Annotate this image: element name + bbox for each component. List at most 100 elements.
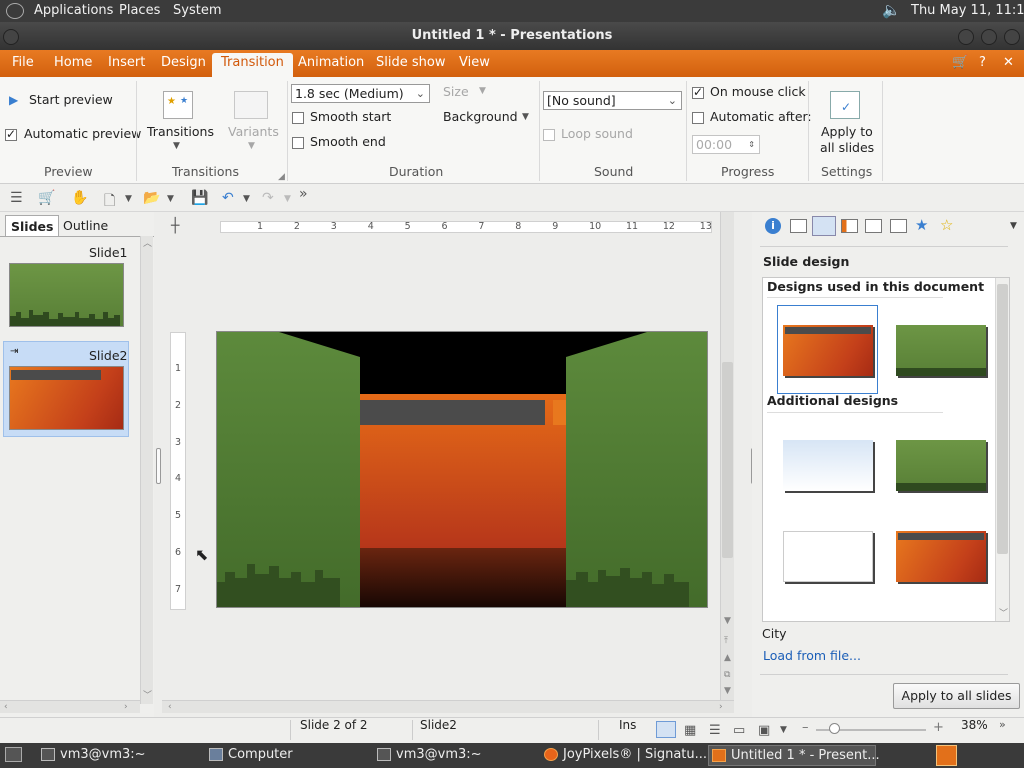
tab-file[interactable]: File	[12, 55, 34, 70]
design-orange-2[interactable]	[896, 531, 986, 582]
shop-icon[interactable]: 🛒	[952, 55, 968, 70]
apply-to-all-slides-button[interactable]: Apply to all slides	[893, 683, 1020, 709]
zoom-in-icon[interactable]: +	[933, 720, 944, 735]
left-splitter-handle[interactable]	[156, 448, 161, 484]
tab-home[interactable]: Home	[54, 55, 92, 70]
editor-scrollbar[interactable]: ▼ ⤒ ▲ ⧉ ▼	[720, 212, 734, 700]
clock[interactable]: Thu May 11, 11:18	[911, 3, 1024, 18]
tab-insert[interactable]: Insert	[108, 55, 145, 70]
design-blank[interactable]	[783, 531, 873, 582]
presentation-icon[interactable]: ▣	[758, 723, 770, 738]
insert-mode[interactable]: Ins	[619, 718, 636, 732]
tab-slide-show[interactable]: Slide show	[376, 55, 445, 70]
chevron-down-icon[interactable]: ▼	[125, 194, 132, 204]
scroll-right-icon[interactable]: ›	[124, 702, 128, 712]
ruler-origin-icon[interactable]: ┼	[171, 218, 179, 234]
color-scheme-icon[interactable]	[841, 219, 858, 233]
chevron-down-icon[interactable]: ▼	[243, 194, 250, 204]
shop-icon[interactable]: 🛒	[38, 190, 55, 206]
transitions-icon[interactable]: ★ ★	[163, 91, 193, 119]
task-presentations[interactable]: Untitled 1 * - Present...	[708, 745, 880, 766]
design-city[interactable]	[896, 325, 986, 376]
layout-icon[interactable]	[790, 219, 807, 233]
design-orange[interactable]	[783, 325, 873, 376]
favorite-star-icon[interactable]: ☆	[940, 216, 953, 234]
background-button[interactable]: Background	[443, 109, 518, 124]
normal-view-icon[interactable]	[656, 721, 676, 738]
system-menu[interactable]: System	[173, 3, 221, 18]
tab-slides[interactable]: Slides	[5, 215, 60, 236]
minimize-icon[interactable]	[958, 29, 974, 45]
duration-combo[interactable]: 1.8 sec (Medium) ⌄	[291, 84, 430, 103]
slides-hscrollbar[interactable]: ‹ ›	[0, 700, 140, 713]
on-mouse-click-checkbox[interactable]	[692, 85, 704, 99]
apply-to-all-line2[interactable]: all slides	[820, 140, 874, 155]
automatic-preview-checkbox[interactable]	[5, 127, 17, 141]
open-folder-icon[interactable]: 📂	[143, 190, 160, 206]
scroll-left-icon[interactable]: ‹	[4, 702, 8, 712]
list-icon[interactable]: ☰	[10, 190, 23, 206]
close-icon[interactable]	[1004, 29, 1020, 45]
start-preview-button[interactable]: Start preview	[29, 92, 113, 107]
slide-1-thumbnail[interactable]	[9, 263, 124, 327]
zoom-level[interactable]: 38%	[961, 718, 988, 732]
slide-canvas[interactable]	[216, 331, 708, 608]
slide-view-icon[interactable]: ⧉	[724, 670, 730, 680]
tab-outline[interactable]: Outline	[58, 215, 113, 236]
design-city-2[interactable]	[896, 440, 986, 491]
design-gallery[interactable]: Designs used in this document Additional…	[762, 277, 1010, 622]
sound-combo[interactable]: [No sound] ⌄	[543, 91, 682, 110]
undo-icon[interactable]: ↶	[222, 190, 234, 206]
design-gallery-scrollbar[interactable]: ﹀	[995, 278, 1009, 621]
status-overflow-icon[interactable]: »	[999, 718, 1006, 731]
transition-icon[interactable]	[890, 219, 907, 233]
save-icon[interactable]: 💾	[191, 190, 208, 206]
scroll-left-icon[interactable]: ‹	[168, 702, 172, 712]
automatic-after-time-input[interactable]: 00:00 ⇕	[692, 135, 760, 154]
prev-slide-icon[interactable]: ▲	[724, 653, 731, 663]
automatic-after-checkbox[interactable]	[692, 112, 704, 124]
slide-sorter-icon[interactable]: ▦	[684, 723, 696, 738]
scroll-down-icon[interactable]: ﹀	[143, 688, 152, 701]
tray-presentations-icon[interactable]	[936, 745, 957, 766]
variants-button[interactable]: Variants	[228, 124, 279, 139]
task-terminal-2[interactable]: vm3@vm3:~	[374, 745, 482, 766]
vertical-ruler[interactable]: 1 2 3 4 5 6 7	[170, 332, 186, 610]
design-sky[interactable]	[783, 440, 873, 491]
scroll-down-icon[interactable]: ▼	[724, 616, 731, 626]
smooth-start-checkbox[interactable]	[292, 112, 304, 124]
scroll-up-icon[interactable]: ︿	[143, 236, 152, 249]
background-icon[interactable]	[865, 219, 882, 233]
places-menu[interactable]: Places	[119, 3, 160, 18]
hand-icon[interactable]: ✋	[71, 190, 88, 206]
maximize-icon[interactable]	[981, 29, 997, 45]
page-up-icon[interactable]: ⤒	[724, 636, 728, 646]
smooth-end-checkbox[interactable]	[292, 137, 304, 149]
animation-star-icon[interactable]: ★	[915, 216, 928, 234]
window-title-bar[interactable]: Untitled 1 * - Presentations	[0, 22, 1024, 50]
transitions-button[interactable]: Transitions	[147, 124, 214, 139]
chevron-down-icon[interactable]: ▼	[167, 194, 174, 204]
applications-menu[interactable]: Applications	[34, 3, 113, 18]
scroll-down-icon[interactable]: ﹀	[999, 606, 1008, 619]
tab-design[interactable]: Design	[161, 55, 206, 70]
slide-2-thumbnail[interactable]	[9, 366, 124, 430]
help-icon[interactable]: ?	[979, 55, 986, 70]
horizontal-ruler[interactable]: 1 2 3 4 5 6 7 8 9 10 11 12 13	[220, 221, 712, 233]
apply-to-all-line1[interactable]: Apply to	[821, 124, 873, 139]
new-document-icon[interactable]: 🗋	[104, 190, 115, 214]
slides-scrollbar[interactable]: ︿ ﹀	[140, 236, 153, 704]
chevron-down-icon[interactable]: ▼	[173, 141, 180, 151]
scroll-right-icon[interactable]: ›	[719, 702, 723, 712]
info-icon[interactable]: i	[765, 218, 781, 234]
dialog-launcher-icon[interactable]: ◢	[278, 172, 285, 182]
ribbon-close-icon[interactable]: ✕	[1003, 55, 1014, 70]
show-desktop-icon[interactable]	[5, 747, 22, 762]
apply-to-all-icon[interactable]: ✓	[830, 91, 860, 119]
toolbar-overflow-icon[interactable]: »	[299, 186, 308, 202]
zoom-out-icon[interactable]: –	[802, 720, 809, 735]
tab-view[interactable]: View	[459, 55, 490, 70]
task-terminal-1[interactable]: vm3@vm3:~	[38, 745, 146, 766]
handout-view-icon[interactable]: ▭	[733, 723, 745, 738]
slide-design-icon[interactable]	[812, 216, 836, 236]
